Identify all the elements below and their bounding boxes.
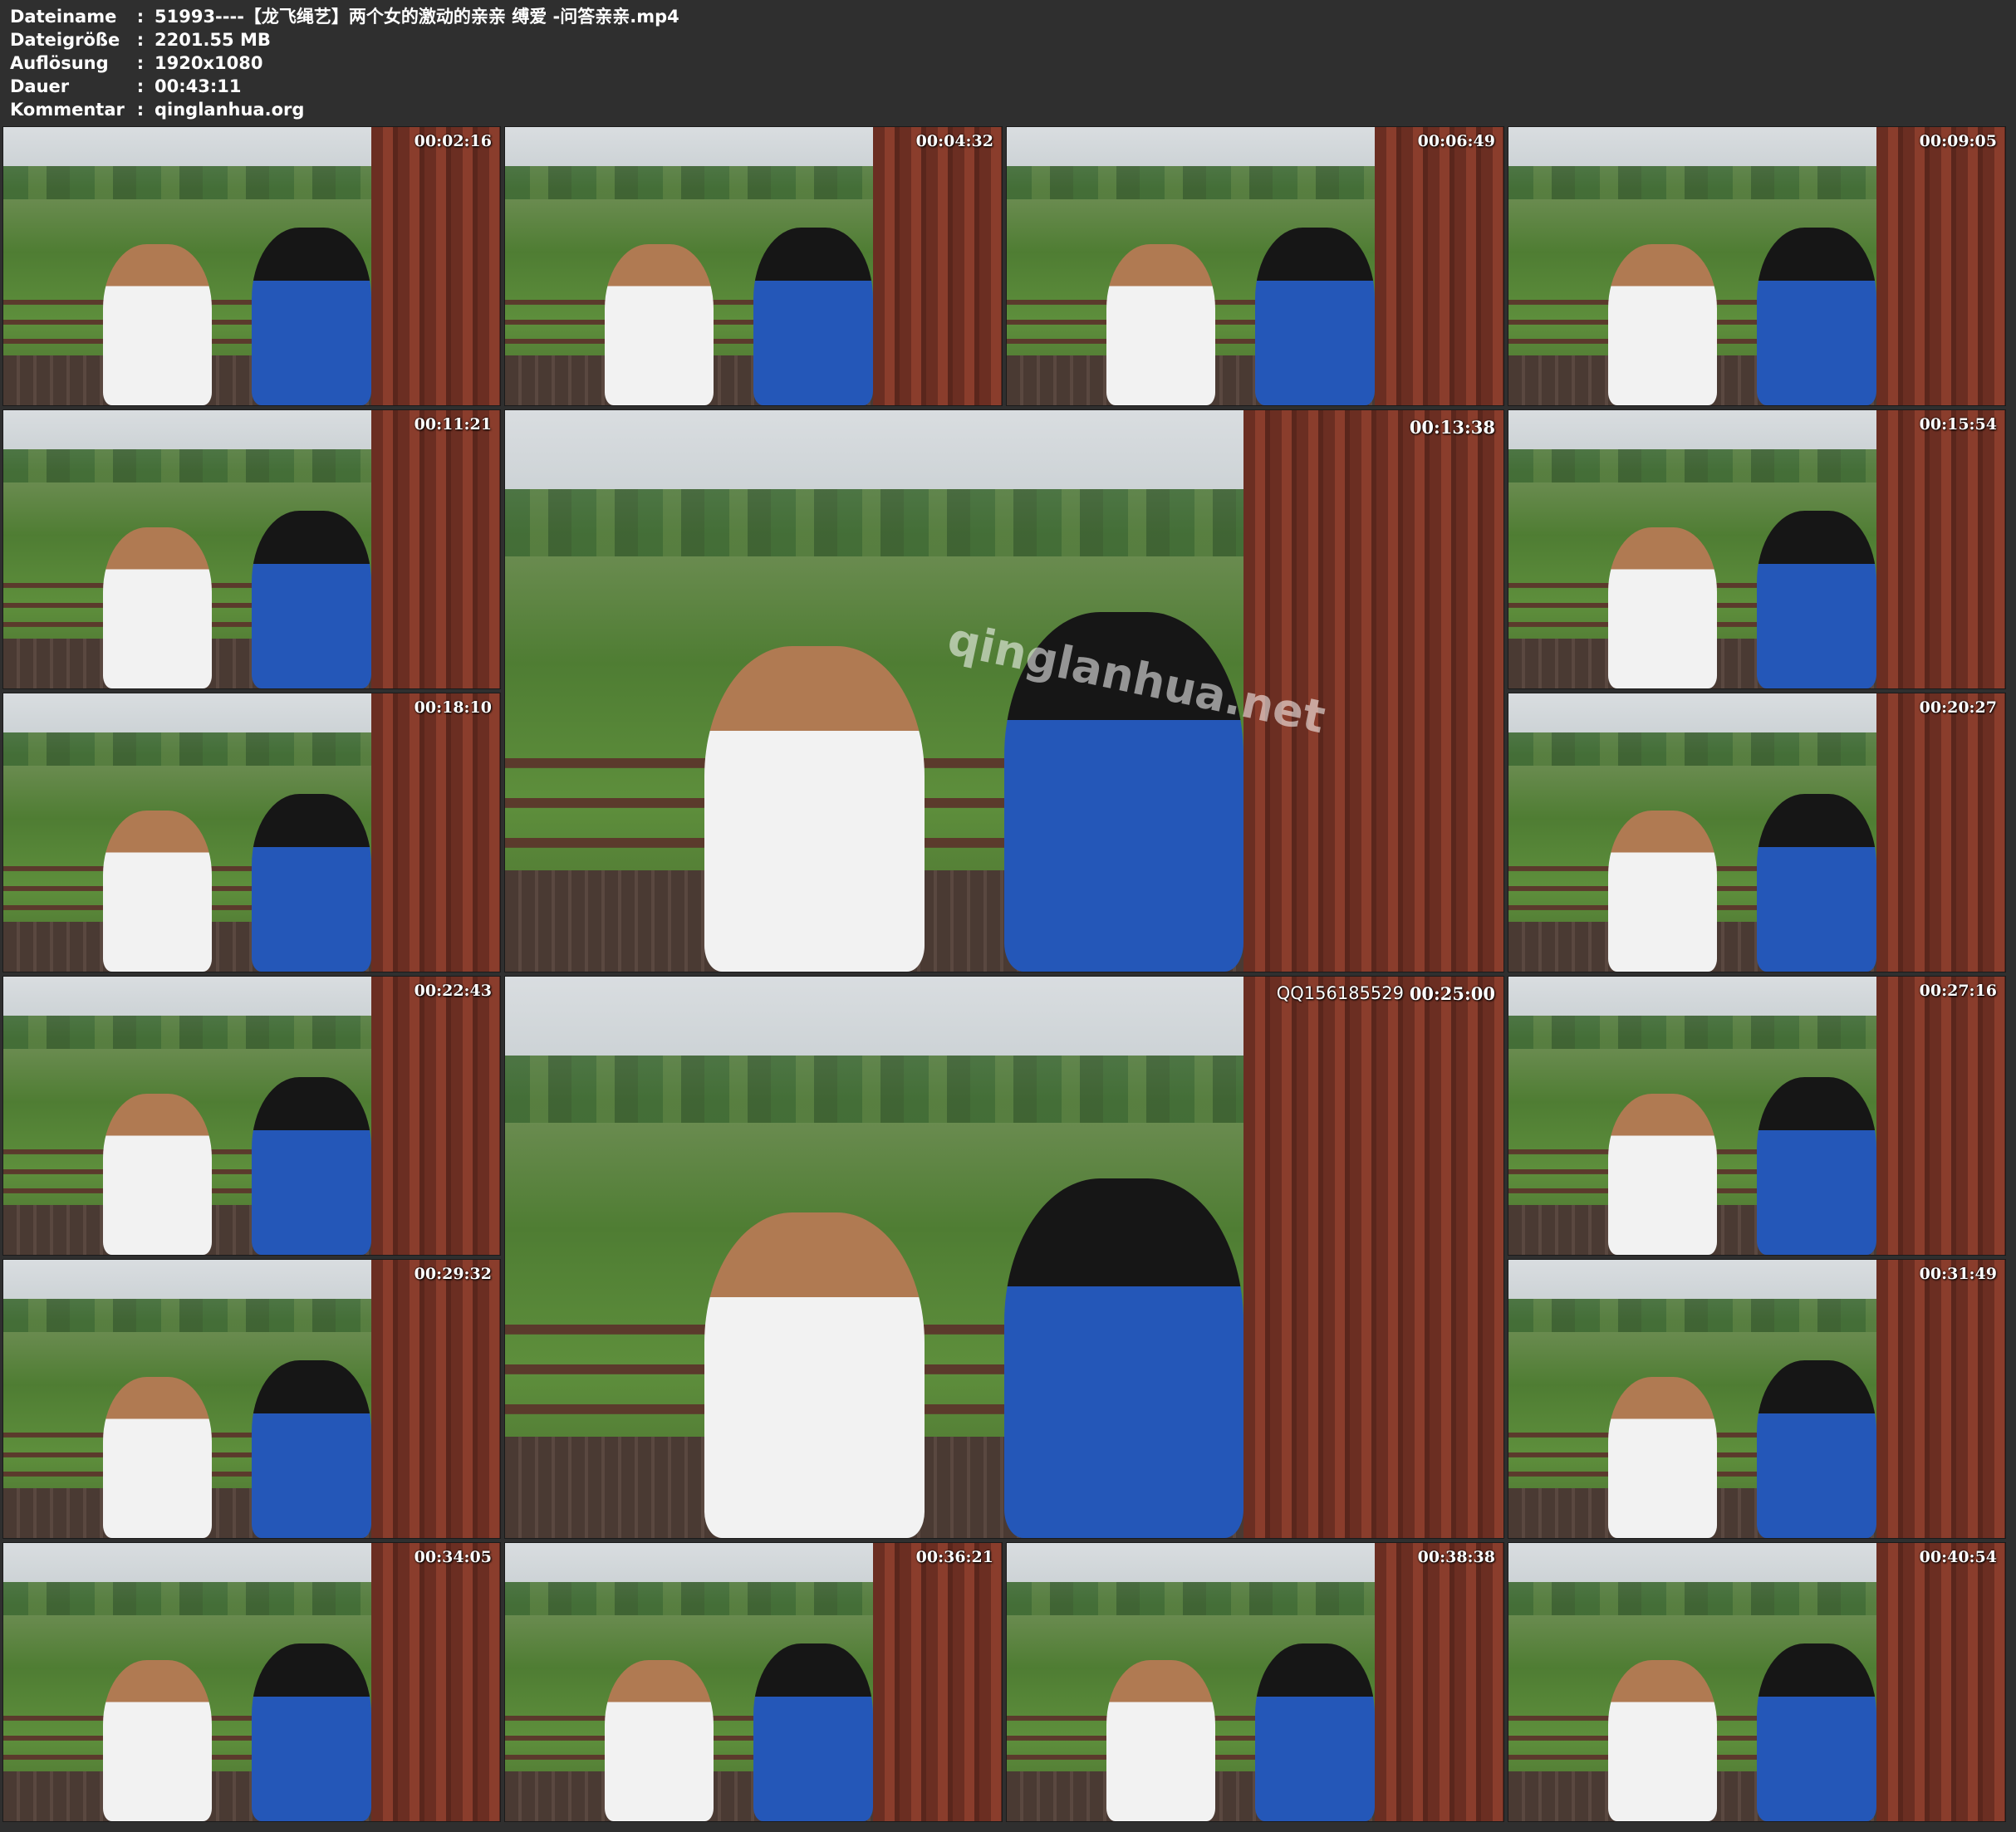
video-thumbnail[interactable]: 00:40:54	[1508, 1543, 2005, 1821]
person-blue-shirt	[252, 510, 371, 688]
person-blue-shirt	[252, 1076, 371, 1255]
scene-wall	[370, 127, 500, 405]
overlay-qq-text: QQ156185529	[1276, 983, 1404, 1003]
video-thumbnail[interactable]: 00:29:32	[3, 1260, 500, 1538]
video-thumbnail[interactable]: 00:27:16	[1508, 977, 2005, 1255]
scene-wall	[370, 693, 500, 972]
video-thumbnail[interactable]: 00:11:21	[3, 410, 500, 688]
person-white-shirt	[1607, 243, 1718, 405]
thumbnail-timestamp: 00:25:00	[1409, 983, 1495, 1004]
thumbnail-timestamp: 00:09:05	[1919, 132, 1997, 150]
person-white-shirt	[1607, 1376, 1718, 1538]
scene-wall	[1374, 1543, 1503, 1821]
person-blue-shirt	[753, 227, 873, 405]
thumbnail-timestamp: 00:18:10	[414, 698, 492, 717]
person-blue-shirt	[1757, 227, 1876, 405]
person-blue-shirt	[753, 1643, 873, 1821]
person-blue-shirt	[1757, 1076, 1876, 1255]
person-blue-shirt	[252, 227, 371, 405]
scene-wall	[1243, 977, 1503, 1538]
person-white-shirt	[102, 1093, 213, 1255]
video-thumbnail[interactable]: 00:09:05	[1508, 127, 2005, 405]
person-blue-shirt	[1255, 1643, 1375, 1821]
person-blue-shirt	[1004, 1178, 1244, 1538]
person-blue-shirt	[252, 1359, 371, 1538]
video-thumbnail[interactable]: 00:13:38 qinglanhua.net	[505, 410, 1503, 972]
scene-wall	[872, 1543, 1002, 1821]
thumbnail-timestamp: 00:13:38	[1409, 417, 1495, 438]
person-blue-shirt	[1757, 1359, 1876, 1538]
video-thumbnail[interactable]: 00:20:27	[1508, 693, 2005, 972]
person-white-shirt	[102, 243, 213, 405]
thumbnail-timestamp: 00:31:49	[1919, 1265, 1997, 1283]
person-white-shirt	[1607, 1093, 1718, 1255]
scene-wall	[370, 1260, 500, 1538]
video-thumbnail[interactable]: 00:22:43	[3, 977, 500, 1255]
video-thumbnail[interactable]: 00:15:54	[1508, 410, 2005, 688]
video-thumbnail[interactable]: 00:18:10	[3, 693, 500, 972]
person-white-shirt	[604, 243, 714, 405]
thumbnail-timestamp: 00:11:21	[414, 415, 492, 434]
person-blue-shirt	[1757, 793, 1876, 972]
video-thumbnail[interactable]: 00:31:49	[1508, 1260, 2005, 1538]
video-thumbnail[interactable]: 00:04:32	[505, 127, 1002, 405]
thumbnail-timestamp: 00:36:21	[915, 1548, 993, 1566]
scene-wall	[1876, 127, 2005, 405]
scene-wall	[1876, 1260, 2005, 1538]
thumbnail-timestamp: 00:20:27	[1919, 698, 1997, 717]
scene-wall	[1876, 693, 2005, 972]
person-white-shirt	[102, 1659, 213, 1821]
person-white-shirt	[704, 645, 925, 972]
thumbnail-timestamp: 00:29:32	[414, 1265, 492, 1283]
person-blue-shirt	[1757, 510, 1876, 688]
person-blue-shirt	[252, 793, 371, 972]
scene-wall	[370, 977, 500, 1255]
video-thumbnail[interactable]: 00:36:21	[505, 1543, 1002, 1821]
person-white-shirt	[1607, 810, 1718, 972]
video-thumbnail[interactable]: 00:38:38	[1007, 1543, 1503, 1821]
scene-wall	[370, 410, 500, 688]
person-blue-shirt	[252, 1643, 371, 1821]
person-white-shirt	[102, 1376, 213, 1538]
person-white-shirt	[704, 1212, 925, 1538]
thumbnail-timestamp: 00:15:54	[1919, 415, 1997, 434]
scene-wall	[1876, 410, 2005, 688]
person-white-shirt	[1106, 243, 1216, 405]
scene-wall	[1374, 127, 1503, 405]
person-white-shirt	[1106, 1659, 1216, 1821]
thumbnail-timestamp: 00:04:32	[915, 132, 993, 150]
thumbnail-timestamp: 00:38:38	[1417, 1548, 1495, 1566]
scene-wall	[872, 127, 1002, 405]
thumbnail-timestamp: 00:27:16	[1919, 982, 1997, 1000]
person-white-shirt	[102, 527, 213, 688]
scene-wall	[370, 1543, 500, 1821]
person-white-shirt	[102, 810, 213, 972]
scene-wall	[1876, 1543, 2005, 1821]
person-white-shirt	[1607, 527, 1718, 688]
thumbnail-timestamp: 00:22:43	[414, 982, 492, 1000]
person-blue-shirt	[1757, 1643, 1876, 1821]
person-blue-shirt	[1255, 227, 1375, 405]
scene-wall	[1876, 977, 2005, 1255]
thumbnail-timestamp: 00:02:16	[414, 132, 492, 150]
thumbnail-grid: 00:02:16 00:04:32 00:06:49 00:09:05 00:11:21…	[0, 0, 2016, 1832]
thumbnail-timestamp: 00:06:49	[1417, 132, 1495, 150]
person-white-shirt	[1607, 1659, 1718, 1821]
person-white-shirt	[604, 1659, 714, 1821]
video-thumbnail[interactable]: 00:02:16	[3, 127, 500, 405]
thumbnail-timestamp: 00:34:05	[414, 1548, 492, 1566]
thumbnail-timestamp: 00:40:54	[1919, 1548, 1997, 1566]
video-thumbnail[interactable]: 00:06:49	[1007, 127, 1503, 405]
video-thumbnail[interactable]: 00:34:05	[3, 1543, 500, 1821]
video-thumbnail[interactable]: 00:25:00 QQ156185529	[505, 977, 1503, 1538]
